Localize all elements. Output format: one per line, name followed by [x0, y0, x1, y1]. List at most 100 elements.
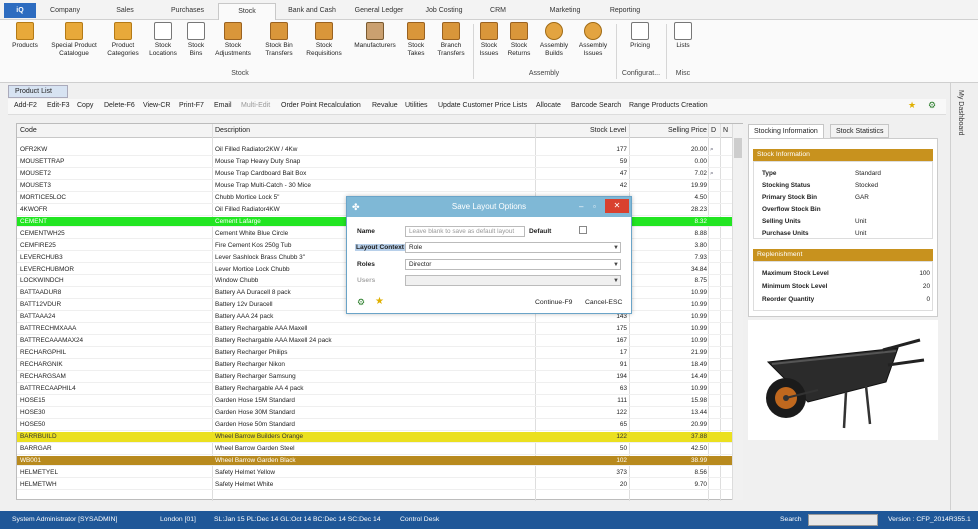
stock-adjustments-button[interactable]: Stock Adjustments [211, 22, 255, 58]
multi-edit-button[interactable]: Multi-Edit [241, 102, 270, 109]
column-header-selling-price[interactable]: Selling Price [668, 127, 707, 134]
edit-button[interactable]: Edit-F3 [47, 102, 70, 109]
order-point-recalculation-button[interactable]: Order Point Recalculation [281, 102, 361, 109]
table-row[interactable]: BARRBUILD Wheel Barrow Builders Orange 122… [17, 431, 732, 443]
layout-context-select[interactable]: Role ▼ [405, 242, 621, 253]
maximize-icon[interactable]: ▫ [593, 197, 596, 217]
grid-scrollbar[interactable] [732, 124, 743, 500]
search-input[interactable] [808, 514, 878, 526]
selling-price-cell: 42.50 [691, 444, 707, 452]
column-header-code[interactable]: Code [20, 127, 37, 134]
tab-general-ledger[interactable]: General Ledger [348, 3, 410, 20]
stock-returns-button[interactable]: Stock Returns [505, 22, 533, 58]
dialog-title-bar[interactable]: ✤ Save Layout Options – ▫ ✕ [347, 197, 631, 217]
table-row[interactable]: HOSE15 Garden Hose 15M Standard 111 15.98 [17, 396, 732, 407]
default-checkbox[interactable] [579, 226, 587, 234]
column-header-d[interactable]: D [711, 127, 716, 134]
lists-button[interactable]: Lists [672, 22, 694, 50]
users-select[interactable]: ▼ [405, 275, 621, 286]
close-icon[interactable]: ✕ [605, 199, 629, 213]
branch-status[interactable]: London [01] [160, 516, 196, 523]
table-row[interactable]: MOUSET3 Mouse Trap Multi-Catch - 30 Mice 4… [17, 181, 732, 192]
table-row[interactable]: HELMETWH Safety Helmet White 20 9.70 [17, 480, 732, 491]
table-row[interactable]: OFR2KW Oil Filled Radiator2KW / 4Kw 177 20.… [17, 145, 732, 156]
table-row[interactable]: BATTRECHMXAAA Battery Rechargable AAA Max… [17, 324, 732, 336]
range-products-creation-button[interactable]: Range Products Creation [629, 102, 708, 109]
revalue-button[interactable]: Revalue [372, 102, 398, 109]
tab-job-costing[interactable]: Job Costing [416, 3, 472, 20]
table-row[interactable]: RECHARGSAM Battery Recharger Samsung 194 14… [17, 372, 732, 383]
attachment-icon[interactable]: ⌕ [710, 169, 720, 180]
column-header-description[interactable]: Description [215, 127, 250, 134]
barcode-search-button[interactable]: Barcode Search [571, 102, 621, 109]
special-product-catalogue-button[interactable]: Special Product Catalogue [44, 22, 104, 58]
minimize-icon[interactable]: – [579, 197, 583, 217]
stock-requisitions-button[interactable]: Stock Requisitions [302, 22, 346, 58]
add-button[interactable]: Add-F2 [14, 102, 37, 109]
tab-stock[interactable]: Stock [218, 3, 276, 20]
app-menu-button[interactable]: iQ [4, 3, 36, 18]
table-row[interactable]: MOUSETTRAP Mouse Trap Heavy Duty Snap 59 0.… [17, 157, 732, 168]
control-desk-status[interactable]: Control Desk [400, 516, 439, 523]
favourite-star-icon[interactable]: ★ [375, 296, 384, 307]
attachment-icon[interactable]: ⌕ [710, 145, 720, 156]
column-header-n[interactable]: N [723, 127, 728, 134]
code-cell: LOCKWINDCH [20, 277, 64, 285]
my-dashboard-label[interactable]: My Dashboard [957, 90, 964, 136]
continue-button[interactable]: Continue-F9 [535, 299, 572, 306]
assembly-issues-button[interactable]: Assembly Issues [575, 22, 611, 58]
dashboard-strip[interactable] [950, 83, 978, 510]
description-cell: Mouse Trap Multi-Catch - 30 Mice [215, 181, 311, 189]
products-button[interactable]: Products [8, 22, 42, 50]
scrollbar-thumb[interactable] [734, 138, 742, 158]
column-header-stock-level[interactable]: Stock Level [590, 127, 626, 134]
cancel-button[interactable]: Cancel-ESC [585, 299, 622, 306]
utilities-button[interactable]: Utilities [405, 102, 428, 109]
stock-takes-button[interactable]: Stock Takes [403, 22, 429, 58]
tab-company[interactable]: Company [40, 3, 90, 20]
delete-button[interactable]: Delete-F6 [104, 102, 135, 109]
table-row[interactable]: WB001 Wheel Barrow Garden Black 102 38.99 [17, 455, 732, 467]
stock-bins-button[interactable]: Stock Bins [183, 22, 209, 58]
email-button[interactable]: Email [214, 102, 232, 109]
user-status[interactable]: System Administrator [SYSADMIN] [12, 516, 117, 523]
period-status[interactable]: SL:Jan 15 PL:Dec 14 GL:Oct 14 BC:Dec 14 … [214, 516, 381, 523]
table-row[interactable]: RECHARGPHIL Battery Recharger Philips 17 21… [17, 348, 732, 359]
tab-bank-and-cash[interactable]: Bank and Cash [282, 3, 342, 20]
stock-bin-transfers-button[interactable]: Stock Bin Transfers [258, 22, 300, 58]
selling-price-cell: 3.80 [694, 241, 707, 249]
layout-name-input[interactable]: Leave blank to save as default layout [405, 226, 525, 237]
pricing-button[interactable]: Pricing [624, 22, 656, 50]
table-row[interactable]: BATTRECAAPHIL4 Battery Rechargable AA 4 p… [17, 384, 732, 395]
assembly-builds-button[interactable]: Assembly Builds [536, 22, 572, 58]
table-row[interactable]: BATTRECAAAMAX24 Battery Rechargable AAA M… [17, 336, 732, 347]
document-tab-product-list[interactable]: Product List [8, 85, 68, 98]
tab-stock-statistics[interactable]: Stock Statistics [830, 124, 890, 138]
update-customer-price-lists-button[interactable]: Update Customer Price Lists [438, 102, 527, 109]
layout-settings-icon[interactable]: ⚙ [928, 100, 936, 111]
tab-purchases[interactable]: Purchases [160, 3, 215, 20]
copy-button[interactable]: Copy [77, 102, 93, 109]
table-row[interactable]: HELMETYEL Safety Helmet Yellow 373 8.56 [17, 468, 732, 479]
allocate-button[interactable]: Allocate [536, 102, 561, 109]
table-row[interactable]: MOUSET2 Mouse Trap Cardboard Bait Box 47 7.… [17, 169, 732, 180]
view-button[interactable]: View-CR [143, 102, 171, 109]
product-categories-button[interactable]: Product Categories [104, 22, 142, 58]
table-row[interactable]: HOSE30 Garden Hose 30M Standard 122 13.44 [17, 408, 732, 419]
roles-select[interactable]: Director ▼ [405, 259, 621, 270]
stock-issues-button[interactable]: Stock Issues [476, 22, 502, 58]
tab-stocking-information[interactable]: Stocking Information [748, 124, 824, 138]
tab-sales[interactable]: Sales [100, 3, 150, 20]
manufacturers-button[interactable]: Manufacturers [350, 22, 400, 50]
print-button[interactable]: Print-F7 [179, 102, 204, 109]
layout-settings-icon[interactable]: ⚙ [357, 297, 365, 308]
branch-transfers-button[interactable]: Branch Transfers [432, 22, 470, 58]
table-row[interactable]: BARRGAR Wheel Barrow Garden Steel 50 42.50 [17, 444, 732, 455]
stock-locations-button[interactable]: Stock Locations [144, 22, 182, 58]
table-row[interactable]: HOSE50 Garden Hose 50m Standard 65 20.99 [17, 420, 732, 431]
table-row[interactable]: RECHARGNIK Battery Recharger Nikon 91 18.49 [17, 360, 732, 371]
tab-crm[interactable]: CRM [478, 3, 518, 20]
tab-marketing[interactable]: Marketing [538, 3, 592, 20]
favourite-star-icon[interactable]: ★ [908, 100, 916, 111]
tab-reporting[interactable]: Reporting [598, 3, 652, 20]
